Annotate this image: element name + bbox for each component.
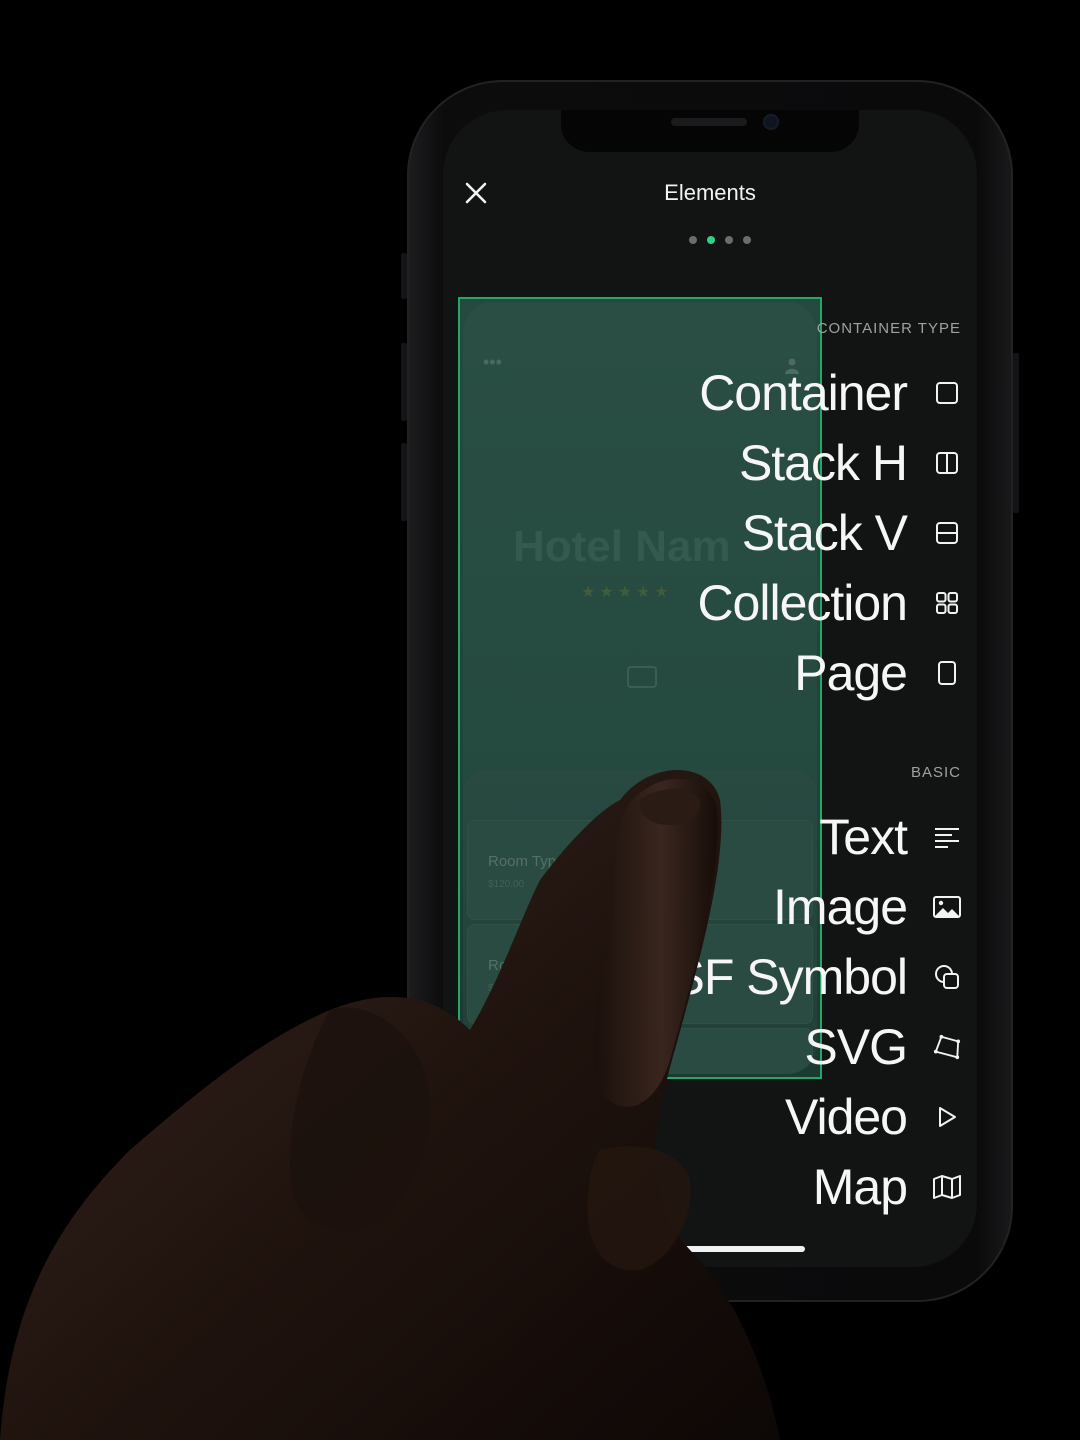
- room-price: $120.00: [488, 983, 525, 994]
- front-camera: [763, 114, 779, 130]
- preview-room-card: Room Type $120.00: [467, 820, 813, 920]
- element-stack-v[interactable]: Stack V: [742, 501, 961, 565]
- element-label: SVG: [804, 1019, 908, 1075]
- preview-rating-stars: ★★★★★: [581, 584, 673, 601]
- element-label: Image: [773, 879, 908, 935]
- more-icon: •••: [483, 352, 502, 372]
- sf-symbol-icon: [933, 963, 961, 991]
- room-title: Room Type: [488, 853, 565, 870]
- element-collection[interactable]: Collection: [697, 571, 961, 635]
- home-indicator[interactable]: [673, 1246, 805, 1252]
- play-icon: [933, 1103, 961, 1131]
- image-icon: [933, 893, 961, 921]
- text-lines-icon: [933, 823, 961, 851]
- page-dot[interactable]: [743, 236, 751, 244]
- notch: [561, 110, 859, 152]
- element-text[interactable]: Text: [819, 805, 961, 869]
- room-title: Room T: [488, 957, 542, 974]
- page-dot[interactable]: [689, 236, 697, 244]
- element-svg[interactable]: SVG: [804, 1015, 961, 1079]
- element-label: Container: [699, 365, 908, 421]
- element-label: Stack V: [741, 505, 908, 561]
- silent-switch: [401, 253, 407, 299]
- element-label: Video: [785, 1089, 908, 1145]
- element-label: Collection: [697, 575, 908, 631]
- stack-vertical-icon: [933, 519, 961, 547]
- page-dot-active[interactable]: [707, 236, 715, 244]
- page-indicator[interactable]: [689, 236, 751, 244]
- element-label: Text: [819, 809, 908, 865]
- volume-up-button: [401, 343, 407, 421]
- room-price: $120.00: [488, 879, 525, 890]
- screen-title: Elements: [664, 180, 756, 205]
- element-video[interactable]: Video: [785, 1085, 961, 1149]
- preview-room-panel: Room Type $120.00 Room T $120.00 Ro: [463, 770, 817, 1074]
- element-page[interactable]: Page: [794, 641, 961, 705]
- volume-down-button: [401, 443, 407, 521]
- element-label: SF Symbol: [671, 949, 908, 1005]
- preview-image-icon: [627, 666, 657, 688]
- element-container[interactable]: Container: [699, 361, 961, 425]
- svg-path-icon: [933, 1033, 961, 1061]
- section-label-container-type: CONTAINER TYPE: [816, 320, 961, 337]
- element-label: Map: [812, 1159, 908, 1215]
- element-label: Page: [794, 645, 908, 701]
- grid-icon: [933, 589, 961, 617]
- room-title: Ro: [488, 1061, 508, 1074]
- element-stack-h[interactable]: Stack H: [739, 431, 961, 495]
- element-label: Stack H: [738, 435, 908, 491]
- preview-room-card: Ro: [467, 1028, 813, 1074]
- page-dot[interactable]: [725, 236, 733, 244]
- phone-screen: Elements ••• Hotel Nam ★★★★★ Room Type $…: [443, 110, 977, 1267]
- section-label-basic: BASIC: [910, 764, 961, 781]
- preview-hotel-name: Hotel Nam: [513, 522, 731, 571]
- map-icon: [933, 1173, 961, 1201]
- page-icon: [933, 659, 961, 687]
- element-image[interactable]: Image: [773, 875, 961, 939]
- element-sf-symbol[interactable]: SF Symbol: [671, 945, 961, 1009]
- power-button: [1013, 353, 1019, 513]
- stack-horizontal-icon: [933, 449, 961, 477]
- square-icon: [933, 379, 961, 407]
- element-map[interactable]: Map: [813, 1155, 961, 1219]
- speaker-grille: [671, 118, 747, 126]
